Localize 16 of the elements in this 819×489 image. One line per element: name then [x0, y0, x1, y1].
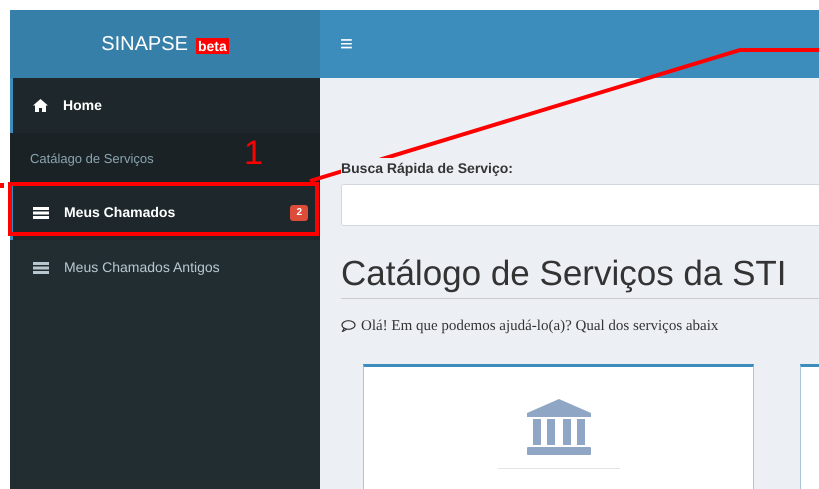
home-icon: [33, 99, 48, 112]
menu-toggle[interactable]: ≡: [340, 33, 353, 55]
page-title: Catálogo de Serviços da STI: [341, 252, 819, 299]
sidebar-item[interactable]: Home: [10, 78, 320, 133]
beta-badge: beta: [196, 38, 229, 54]
search-label: Busca Rápida de Serviço:: [341, 158, 513, 179]
list-icon: [33, 262, 49, 274]
brand-name: SINAPSE: [101, 32, 188, 57]
service-card[interactable]: [363, 364, 754, 489]
institution-icon: [526, 398, 590, 454]
intro-text: Olá! Em que podemos ajudá-lo(a)? Qual dos serviços abaix: [361, 317, 718, 336]
annotation-number: 1: [244, 136, 263, 170]
list-icon: [33, 206, 49, 218]
chat-bubble-icon: [341, 320, 356, 332]
count-badge: 2: [290, 204, 308, 220]
search-field[interactable]: [341, 184, 819, 226]
